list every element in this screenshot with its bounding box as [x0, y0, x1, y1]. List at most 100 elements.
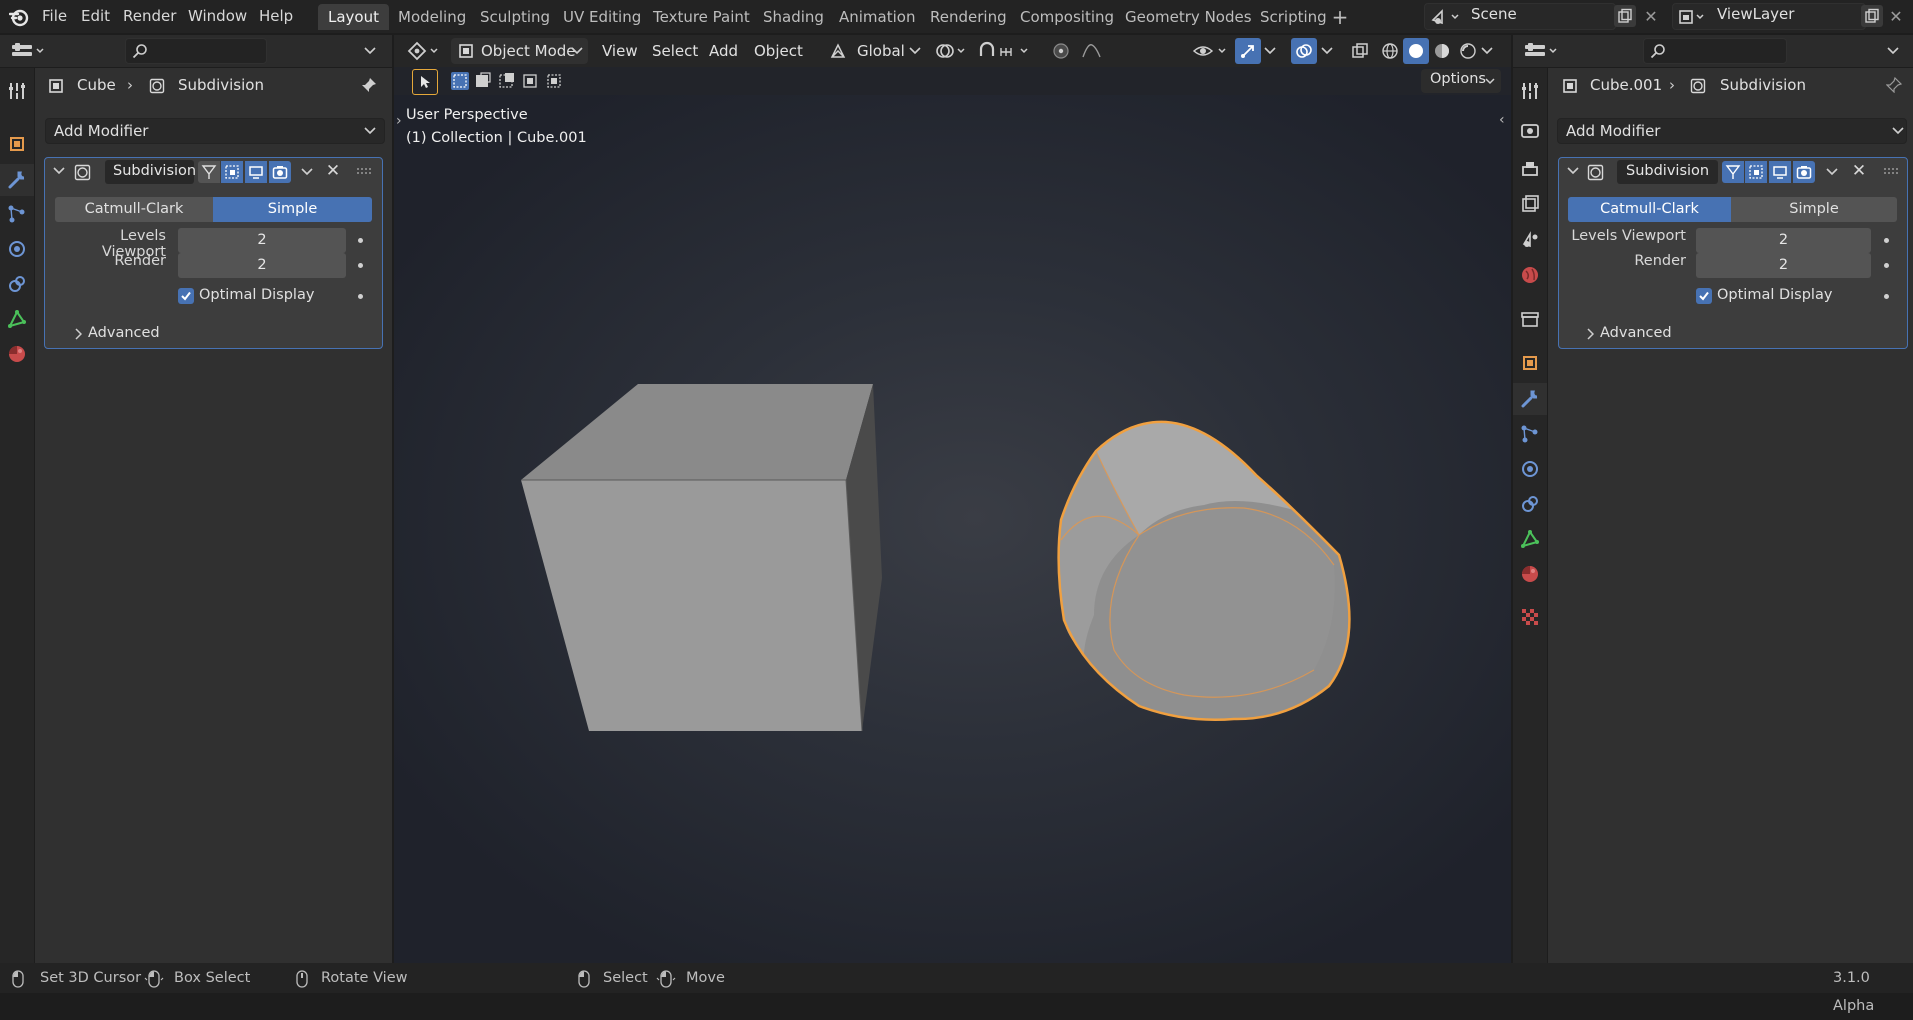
collapse-chevron-icon[interactable] — [1565, 163, 1581, 179]
modifier-options-chevron-icon[interactable] — [1824, 164, 1840, 180]
chevron-down-icon[interactable] — [360, 40, 380, 62]
advanced-section-label[interactable]: Advanced — [1600, 325, 1672, 341]
scene-tab-icon[interactable] — [1516, 226, 1544, 254]
menu-edit[interactable]: Edit — [81, 0, 110, 33]
delete-view-layer-icon[interactable]: ✕ — [1886, 6, 1906, 26]
snap-icon[interactable] — [976, 39, 1038, 63]
add-workspace-icon[interactable]: + — [1330, 5, 1350, 29]
levels-viewport-field[interactable]: 2 — [1696, 228, 1871, 253]
tab-animation[interactable]: Animation — [829, 4, 925, 30]
particles-tab-icon[interactable] — [1516, 420, 1544, 448]
drag-handle-icon[interactable] — [355, 164, 373, 178]
simple-button[interactable]: Simple — [1731, 197, 1897, 222]
material-tab-icon[interactable] — [1516, 560, 1544, 588]
tool-tab-icon[interactable] — [3, 77, 31, 105]
rendered-shading-icon[interactable] — [1455, 38, 1481, 64]
chevron-down-icon[interactable] — [908, 44, 922, 58]
xray-toggle-icon[interactable] — [1347, 38, 1373, 64]
tab-texture-paint[interactable]: Texture Paint — [643, 4, 760, 30]
cage-toggle-icon[interactable] — [1745, 161, 1767, 183]
scene-icon[interactable] — [1428, 6, 1462, 28]
solid-shading-icon[interactable] — [1403, 38, 1429, 64]
view-layer-tab-icon[interactable] — [1516, 190, 1544, 218]
object-tab-icon[interactable] — [1516, 349, 1544, 377]
edit-mode-toggle-icon[interactable] — [1722, 161, 1744, 183]
material-tab-icon[interactable] — [3, 340, 31, 368]
subdivided-cube-object[interactable] — [1057, 420, 1351, 722]
collapse-chevron-icon[interactable] — [51, 163, 67, 179]
cube-object[interactable] — [521, 384, 882, 732]
modifier-options-chevron-icon[interactable] — [299, 164, 315, 180]
render-toggle-icon[interactable] — [269, 161, 291, 183]
remove-modifier-close-icon[interactable]: ✕ — [323, 161, 343, 181]
edit-mode-toggle-icon[interactable] — [198, 161, 220, 183]
levels-viewport-field[interactable]: 2 — [178, 228, 346, 253]
menu-render[interactable]: Render — [123, 0, 176, 33]
advanced-section-label[interactable]: Advanced — [88, 325, 160, 341]
tool-tab-icon[interactable] — [1516, 77, 1544, 105]
modifier-name[interactable]: Subdivision — [1626, 163, 1709, 179]
catmull-clark-button[interactable]: Catmull-Clark — [55, 197, 213, 222]
catmull-clark-button[interactable]: Catmull-Clark — [1568, 197, 1731, 222]
selection-mode-icons[interactable] — [449, 69, 569, 93]
new-scene-icon[interactable] — [1614, 5, 1636, 27]
view-layer-name[interactable]: ViewLayer — [1717, 5, 1794, 23]
tab-shading[interactable]: Shading — [753, 4, 834, 30]
constraints-tab-icon[interactable] — [3, 270, 31, 298]
optimal-display-checkbox[interactable] — [1696, 288, 1712, 304]
tab-rendering[interactable]: Rendering — [920, 4, 1017, 30]
editor-type-icon[interactable] — [1521, 38, 1561, 64]
tab-layout[interactable]: Layout — [318, 4, 389, 30]
realtime-toggle-icon[interactable] — [1769, 161, 1791, 183]
output-tab-icon[interactable] — [1516, 155, 1544, 183]
viewport-menu-view[interactable]: View — [602, 38, 638, 64]
wrench-icon[interactable] — [1516, 385, 1544, 413]
tab-scripting[interactable]: Scripting — [1250, 4, 1337, 30]
viewport-menu-select[interactable]: Select — [652, 38, 698, 64]
tab-sculpting[interactable]: Sculpting — [470, 4, 560, 30]
scene-name[interactable]: Scene — [1471, 5, 1517, 23]
keyframe-dot-icon[interactable] — [1884, 263, 1889, 268]
simple-button[interactable]: Simple — [213, 197, 372, 222]
remove-modifier-close-icon[interactable]: ✕ — [1849, 161, 1869, 181]
chevron-down-icon[interactable] — [1320, 44, 1334, 58]
viewport-menu-add[interactable]: Add — [709, 38, 738, 64]
render-tab-icon[interactable] — [1516, 116, 1544, 144]
pin-icon[interactable] — [1883, 74, 1905, 96]
data-tab-icon[interactable] — [1516, 525, 1544, 553]
visibility-selectability-icon[interactable] — [1190, 39, 1232, 63]
chevron-down-icon[interactable] — [1883, 40, 1903, 62]
delete-scene-icon[interactable]: ✕ — [1641, 6, 1661, 26]
physics-tab-icon[interactable] — [1516, 455, 1544, 483]
wrench-icon[interactable] — [3, 166, 31, 194]
menu-help[interactable]: Help — [259, 0, 293, 33]
tab-geometry-nodes[interactable]: Geometry Nodes — [1115, 4, 1262, 30]
chevron-down-icon[interactable] — [1263, 44, 1277, 58]
transform-orientation-dropdown[interactable]: Global — [857, 38, 905, 64]
world-tab-icon[interactable] — [1516, 261, 1544, 289]
drag-handle-icon[interactable] — [1882, 164, 1900, 178]
cage-toggle-icon[interactable] — [221, 161, 243, 183]
tab-modeling[interactable]: Modeling — [388, 4, 476, 30]
render-levels-field[interactable]: 2 — [178, 253, 346, 278]
wireframe-shading-icon[interactable] — [1377, 38, 1403, 64]
tab-uv-editing[interactable]: UV Editing — [553, 4, 651, 30]
pivot-point-icon[interactable] — [932, 39, 972, 63]
view-layer-icon[interactable] — [1675, 6, 1709, 28]
keyframe-dot-icon[interactable] — [358, 238, 363, 243]
editor-type-icon[interactable] — [8, 38, 48, 64]
object-tab-icon[interactable] — [3, 130, 31, 158]
select-tool-icon[interactable] — [412, 69, 438, 95]
gizmo-toggle-icon[interactable] — [1235, 38, 1261, 64]
new-view-layer-icon[interactable] — [1861, 5, 1883, 27]
render-levels-field[interactable]: 2 — [1696, 253, 1871, 278]
collection-tab-icon[interactable] — [1516, 305, 1544, 333]
optimal-display-checkbox[interactable] — [178, 288, 194, 304]
chevron-down-icon[interactable] — [1480, 44, 1494, 58]
keyframe-dot-icon[interactable] — [358, 263, 363, 268]
keyframe-dot-icon[interactable] — [358, 294, 363, 299]
keyframe-dot-icon[interactable] — [1884, 238, 1889, 243]
realtime-toggle-icon[interactable] — [245, 161, 267, 183]
material-preview-shading-icon[interactable] — [1429, 38, 1455, 64]
texture-tab-icon[interactable] — [1516, 603, 1544, 631]
